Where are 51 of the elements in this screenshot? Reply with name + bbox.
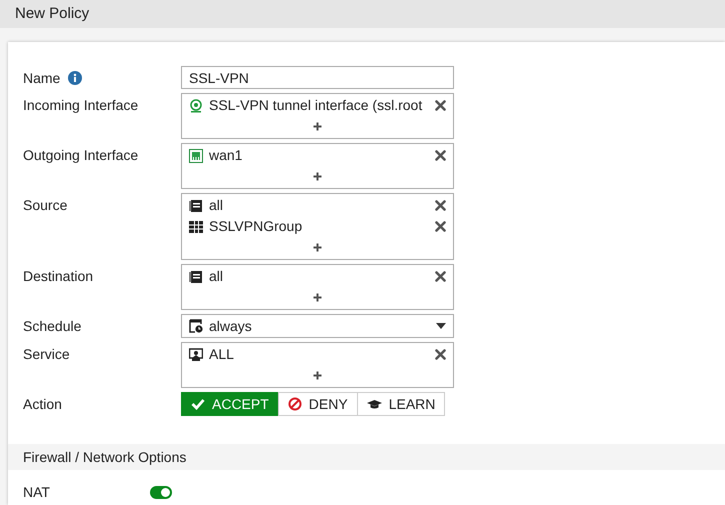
add-icon[interactable] xyxy=(313,242,322,252)
selection-list[interactable]: ALL xyxy=(181,342,454,388)
add-icon[interactable] xyxy=(313,292,322,302)
entry-text: SSL-VPN tunnel interface (ssl.root xyxy=(209,96,424,115)
add-icon[interactable] xyxy=(313,370,322,380)
field-label: Incoming Interface xyxy=(23,96,138,115)
remove-icon[interactable] xyxy=(435,150,446,161)
entry-text: all xyxy=(209,267,224,286)
schedule-select[interactable]: always xyxy=(181,314,454,338)
selection-list[interactable]: SSL-VPN tunnel interface (ssl.root xyxy=(181,93,454,139)
action-option[interactable]: ACCEPT xyxy=(181,392,279,416)
remove-icon[interactable] xyxy=(435,100,446,111)
entry-text: wan1 xyxy=(209,146,244,165)
selection-list[interactable]: all xyxy=(181,264,454,310)
field-label: Schedule xyxy=(23,317,82,336)
check-icon xyxy=(191,398,205,410)
field-label: Action xyxy=(23,395,62,414)
entry-text: ALL xyxy=(209,345,235,364)
add-icon[interactable] xyxy=(313,122,322,130)
name-input[interactable]: SSL-VPN xyxy=(181,66,454,89)
action-option[interactable]: LEARN xyxy=(356,392,446,416)
remove-icon[interactable] xyxy=(435,200,446,211)
port-icon xyxy=(189,148,203,162)
graduation-cap-icon xyxy=(366,398,382,410)
remove-icon[interactable] xyxy=(435,221,446,232)
group-icon xyxy=(189,220,203,234)
remove-icon[interactable] xyxy=(435,349,446,360)
action-option[interactable]: DENY xyxy=(278,392,358,416)
service-icon xyxy=(189,348,203,362)
field-label: Source xyxy=(23,196,68,215)
remove-icon[interactable] xyxy=(435,271,446,282)
add-icon[interactable] xyxy=(313,172,322,180)
tunnel-icon xyxy=(189,98,203,112)
toggle-label: NAT xyxy=(23,483,51,502)
entry-text: all xyxy=(209,196,224,215)
field-label: Destination xyxy=(23,267,94,286)
window-title: New Policy xyxy=(15,4,90,24)
selection-list[interactable]: all SSLVPNGroup xyxy=(181,193,454,260)
selection-list[interactable]: wan1 xyxy=(181,143,454,189)
entry-text: SSLVPNGroup xyxy=(209,217,304,236)
address-icon xyxy=(189,198,203,212)
nat-toggle[interactable] xyxy=(150,486,172,499)
field-label: Outgoing Interface xyxy=(23,146,138,165)
prohibited-icon xyxy=(288,397,302,411)
address-icon xyxy=(189,270,203,284)
field-label: Name xyxy=(23,69,60,88)
dropdown-caret-icon xyxy=(436,323,446,329)
info-icon[interactable] xyxy=(68,71,82,85)
section-title: Firewall / Network Options xyxy=(23,448,186,467)
field-label: Service xyxy=(23,345,70,364)
calendar-clock-icon xyxy=(189,319,203,333)
